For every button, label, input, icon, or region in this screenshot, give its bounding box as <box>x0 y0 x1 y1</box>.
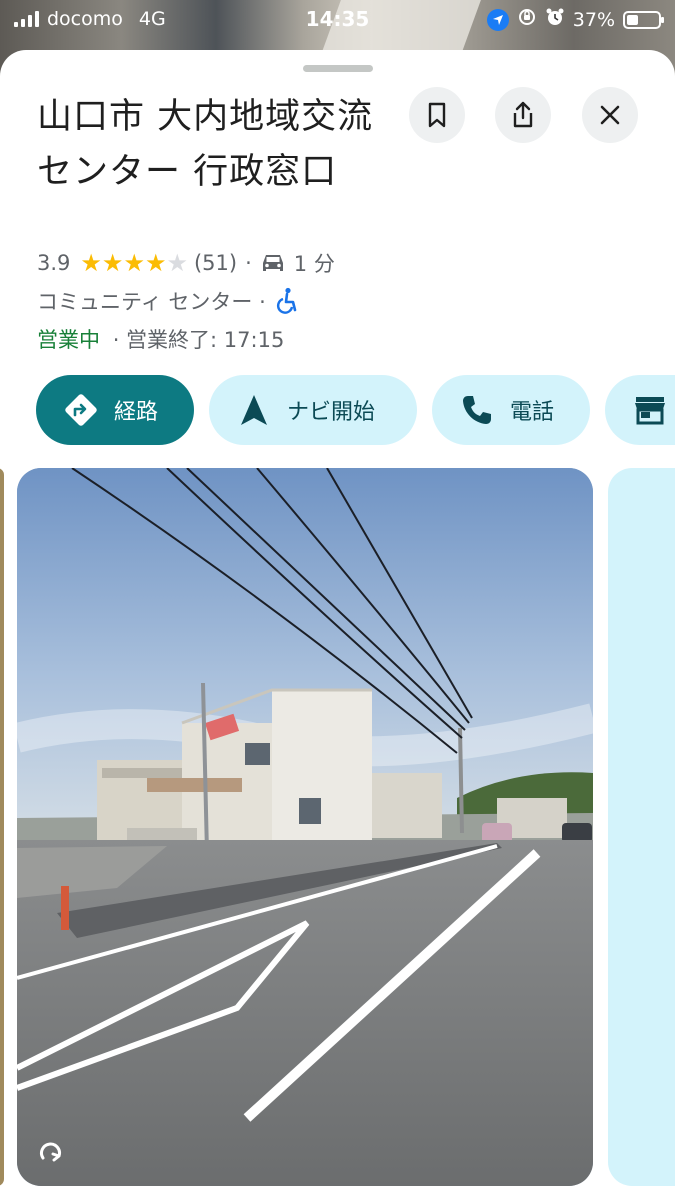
place-sheet: 山口市 大内地域交流センター 行政窓口 3.9 ★ ★ ★ ★ ★ (51) · 1 分… <box>0 50 675 1200</box>
save-button[interactable] <box>409 87 465 143</box>
previous-photo-edge <box>0 468 4 1186</box>
close-button[interactable] <box>582 87 638 143</box>
place-title: 山口市 大内地域交流センター 行政窓口 <box>37 97 374 192</box>
store-button[interactable] <box>605 375 675 445</box>
star-icon: ★ <box>144 249 167 277</box>
orientation-lock-icon <box>517 7 537 32</box>
navigation-arrow-icon <box>235 391 273 429</box>
store-icon <box>631 391 669 429</box>
directions-button[interactable]: 経路 <box>36 375 194 445</box>
rating-value: 3.9 <box>37 251 71 275</box>
star-icon: ★ <box>166 249 188 277</box>
category-label: コミュニティ センター · <box>37 290 266 314</box>
star-icon: ★ <box>123 249 145 277</box>
directions-icon <box>62 391 100 429</box>
start-navigation-label: ナビ開始 <box>287 400 376 425</box>
star-icon: ★ <box>101 249 124 277</box>
call-label: 電話 <box>510 400 555 425</box>
star-rating: ★ ★ ★ ★ ★ <box>80 251 188 275</box>
directions-label: 経路 <box>114 400 159 425</box>
star-icon: ★ <box>80 249 102 277</box>
rating-row[interactable]: 3.9 ★ ★ ★ ★ ★ (51) · 1 分 <box>37 248 335 278</box>
street-view-photo[interactable] <box>17 468 593 1186</box>
car-icon <box>262 255 283 271</box>
category-row: コミュニティ センター · <box>37 286 300 316</box>
status-bar: docomo 4G 14:35 37% <box>0 0 675 40</box>
share-icon <box>513 101 533 128</box>
360-icon[interactable] <box>35 1136 71 1172</box>
call-button[interactable]: 電話 <box>432 375 590 445</box>
battery-percent: 37% <box>572 8 615 31</box>
location-services-icon <box>486 8 509 31</box>
hours-row[interactable]: 営業中 · 営業終了: 17:15 <box>37 324 284 354</box>
bookmark-icon <box>428 102 446 128</box>
open-status: 営業中 <box>37 328 100 352</box>
drag-handle[interactable] <box>303 65 373 72</box>
phone-icon <box>458 391 496 429</box>
next-photo-card[interactable] <box>608 468 675 1186</box>
battery-icon <box>623 10 664 29</box>
closing-time: · 営業終了: 17:15 <box>112 328 285 352</box>
travel-time: 1 分 <box>293 252 335 276</box>
street-view-image <box>17 468 593 1186</box>
wheelchair-icon <box>276 287 297 314</box>
review-count[interactable]: (51) <box>194 251 237 275</box>
share-button[interactable] <box>495 87 551 143</box>
alarm-icon <box>545 7 565 32</box>
start-navigation-button[interactable]: ナビ開始 <box>209 375 417 445</box>
close-icon <box>600 105 620 125</box>
